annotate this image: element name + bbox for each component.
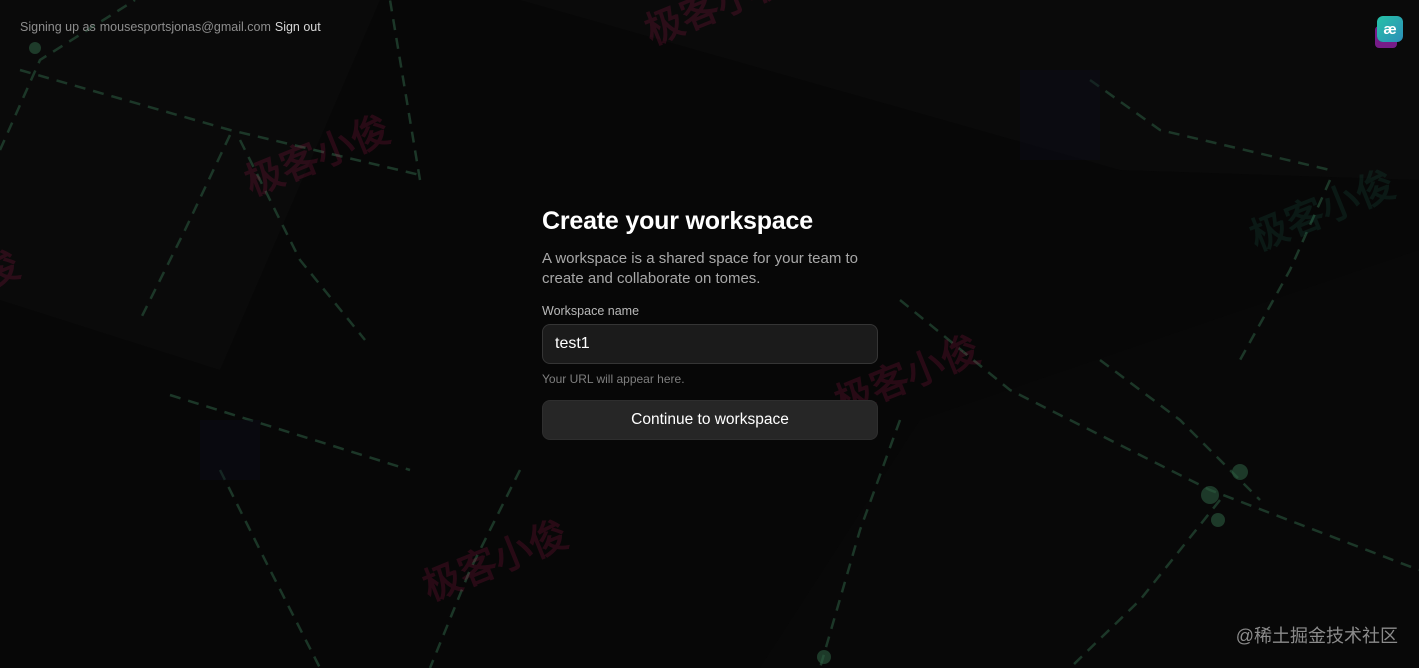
signup-status-bar: Signing up as mousesportsjonas@gmail.com… bbox=[20, 20, 321, 34]
page-title: Create your workspace bbox=[542, 207, 813, 235]
sign-out-link[interactable]: Sign out bbox=[275, 20, 321, 34]
workspace-name-label: Workspace name bbox=[542, 304, 640, 318]
community-watermark: @稀土掘金技术社区 bbox=[1235, 626, 1398, 646]
user-email: mousesportsjonas@gmail.com bbox=[99, 20, 271, 34]
page-description: A workspace is a shared space for your t… bbox=[542, 250, 858, 287]
create-workspace-form: Create your workspace A workspace is a s… bbox=[542, 207, 878, 440]
signing-up-label: Signing up as bbox=[20, 20, 96, 34]
continue-to-workspace-button[interactable]: Continue to workspace bbox=[542, 400, 878, 440]
url-hint: Your URL will appear here. bbox=[542, 372, 685, 386]
app-logo-icon: æ bbox=[1377, 16, 1403, 42]
workspace-name-input[interactable] bbox=[542, 324, 878, 364]
